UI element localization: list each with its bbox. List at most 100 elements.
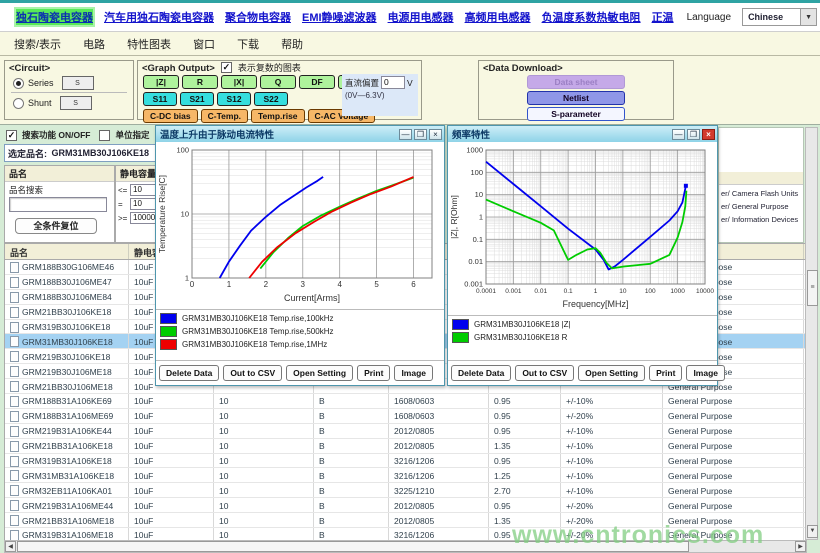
menu-item[interactable]: 电路 — [83, 36, 105, 52]
table-header-cell[interactable]: 品名 — [5, 244, 129, 259]
download-button[interactable]: Netlist — [527, 91, 625, 105]
scroll-left-arrow[interactable]: ◀ — [5, 541, 16, 552]
window-action-button[interactable]: Print — [649, 365, 682, 381]
part-name-search-input[interactable] — [9, 197, 107, 212]
characteristic-button[interactable]: C-DC bias — [143, 109, 198, 123]
table-row[interactable]: GRM188B31A106ME69 10uF 10 B 1608/0603 0.… — [5, 409, 806, 424]
svg-text:4: 4 — [337, 280, 342, 289]
horizontal-scrollbar-thumb[interactable] — [17, 541, 689, 552]
svg-text:5: 5 — [374, 280, 379, 289]
svg-text:Frequency[MHz]: Frequency[MHz] — [562, 299, 628, 309]
menu-item[interactable]: 特性图表 — [127, 36, 171, 52]
nav-link[interactable]: 聚合物电容器 — [225, 9, 291, 25]
window-titlebar[interactable]: 温度上升由于脉动电流特性 — ❒ × — [156, 126, 444, 142]
svg-text:0.001: 0.001 — [505, 288, 522, 295]
table-row[interactable]: GRM188B31A106KE69 10uF 10 B 1608/0603 0.… — [5, 394, 806, 409]
download-button[interactable]: S-parameter — [527, 107, 625, 121]
minimize-icon[interactable]: — — [672, 129, 685, 140]
characteristic-button[interactable]: C-Temp. — [201, 109, 248, 123]
table-row[interactable]: GRM21BB31A106KE18 10uF 10 B 2012/0805 1.… — [5, 439, 806, 454]
graph-type-button[interactable]: |Z| — [143, 75, 179, 89]
characteristic-button[interactable]: Temp.rise — [251, 109, 305, 123]
window-action-button[interactable]: Delete Data — [159, 365, 219, 381]
window-action-button[interactable]: Open Setting — [286, 365, 353, 381]
language-select[interactable]: Chinese ▼ — [742, 8, 817, 26]
window-action-button[interactable]: Image — [686, 365, 725, 381]
svg-text:Temperature Rise[C]: Temperature Rise[C] — [157, 175, 167, 253]
reset-all-button[interactable]: 全条件复位 — [15, 218, 97, 234]
unit-checkbox[interactable] — [99, 130, 110, 141]
window-action-button[interactable]: Out to CSV — [223, 365, 282, 381]
search-toggle-row: ✓ 搜索功能 ON/OFF 单位指定 — [6, 128, 156, 142]
window-action-button[interactable]: Image — [394, 365, 433, 381]
window-title: 温度上升由于脉动电流特性 — [156, 127, 399, 141]
complex-graph-checkbox[interactable]: ✓ — [221, 62, 232, 73]
nav-link[interactable]: 独石陶瓷电容器 — [16, 9, 93, 25]
scroll-down-arrow[interactable]: ▼ — [807, 525, 818, 538]
minimize-icon[interactable]: — — [399, 129, 412, 140]
download-button[interactable]: Data sheet — [527, 75, 625, 89]
window-action-button[interactable]: Delete Data — [451, 365, 511, 381]
menu-item[interactable]: 帮助 — [281, 36, 303, 52]
svg-text:6: 6 — [411, 280, 416, 289]
nav-link[interactable]: 汽车用独石陶瓷电容器 — [104, 9, 214, 25]
graph-type-button[interactable]: DF — [299, 75, 335, 89]
legend-swatch — [160, 313, 177, 324]
scroll-right-arrow[interactable]: ▶ — [795, 541, 806, 552]
document-icon — [10, 381, 19, 392]
graph-type-button[interactable]: |X| — [221, 75, 257, 89]
series-radio[interactable] — [13, 78, 24, 89]
window-action-button[interactable]: Out to CSV — [515, 365, 574, 381]
window-action-button[interactable]: Print — [357, 365, 390, 381]
nav-link[interactable]: 电源用电感器 — [388, 9, 454, 25]
search-onoff-checkbox[interactable]: ✓ — [6, 130, 17, 141]
maximize-icon[interactable]: ❒ — [687, 129, 700, 140]
sparam-button[interactable]: S12 — [217, 92, 251, 106]
circuit-panel: <Circuit> Series S Shunt S — [4, 60, 134, 120]
download-buttons: Data sheet Netlist S-parameter — [479, 75, 673, 121]
sparam-button[interactable]: S22 — [254, 92, 288, 106]
vertical-scrollbar-thumb[interactable]: ≡ — [807, 270, 818, 306]
table-row[interactable]: GRM319B31A106KE18 10uF 10 B 3216/1206 0.… — [5, 454, 806, 469]
legend-swatch — [160, 326, 177, 337]
close-icon[interactable]: × — [429, 129, 442, 140]
menu-item[interactable]: 窗口 — [193, 36, 215, 52]
document-icon — [10, 441, 19, 452]
vertical-scrollbar[interactable]: ≡ ▼ — [805, 127, 818, 540]
svg-text:10000: 10000 — [696, 288, 714, 295]
window-action-button[interactable]: Open Setting — [578, 365, 645, 381]
svg-text:|Z|, R[Ohm]: |Z|, R[Ohm] — [449, 195, 459, 239]
close-icon[interactable]: × — [702, 129, 715, 140]
shunt-radio[interactable] — [13, 98, 24, 109]
application-filter-item[interactable]: er/ General Purpose — [719, 198, 803, 211]
window-titlebar[interactable]: 频率特性 — ❒ × — [448, 126, 717, 142]
dc-bias-input[interactable]: 0 — [381, 76, 405, 89]
nav-link[interactable]: 负温度系数热敏电阻 — [542, 9, 641, 25]
horizontal-scrollbar[interactable]: ◀ ▶ — [4, 540, 807, 553]
application-filter-item[interactable]: er/ Information Devices — [719, 211, 803, 224]
menu-item[interactable]: 下载 — [237, 36, 259, 52]
application-filter-panel: er/ Camera Flash Unitser/ General Purpos… — [718, 127, 804, 243]
table-row[interactable]: GRM219B31A106ME44 10uF 10 B 2012/0805 0.… — [5, 498, 806, 513]
table-row[interactable]: GRM31MB31A106KE18 10uF 10 B 3216/1206 1.… — [5, 468, 806, 483]
application-filter-item[interactable]: er/ Camera Flash Units — [719, 185, 803, 198]
shunt-circuit-icon: S — [60, 96, 92, 110]
graph-type-button[interactable]: Q — [260, 75, 296, 89]
shunt-radio-row[interactable]: Shunt S — [5, 94, 133, 111]
control-strip: <Circuit> Series S Shunt S <Graph Output… — [0, 56, 820, 125]
series-radio-row[interactable]: Series S — [5, 74, 133, 91]
graph-type-button[interactable]: R — [182, 75, 218, 89]
maximize-icon[interactable]: ❒ — [414, 129, 427, 140]
nav-link[interactable]: 正温 — [652, 9, 674, 25]
table-row[interactable]: GRM219B31A106KE44 10uF 10 B 2012/0805 0.… — [5, 424, 806, 439]
document-icon — [10, 262, 19, 273]
chevron-down-icon[interactable]: ▼ — [800, 9, 816, 25]
table-row[interactable]: GRM32EB11A106KA01 10uF 10 B 3225/1210 2.… — [5, 483, 806, 498]
sparam-button[interactable]: S21 — [180, 92, 214, 106]
nav-link[interactable]: EMI静噪滤波器 — [302, 9, 377, 25]
menu-item[interactable]: 搜索/表示 — [14, 36, 61, 52]
table-row[interactable]: GRM21BB31A106ME18 10uF 10 B 2012/0805 1.… — [5, 513, 806, 528]
nav-link[interactable]: 高频用电感器 — [465, 9, 531, 25]
sparam-button[interactable]: S11 — [143, 92, 177, 106]
document-icon — [10, 515, 19, 526]
